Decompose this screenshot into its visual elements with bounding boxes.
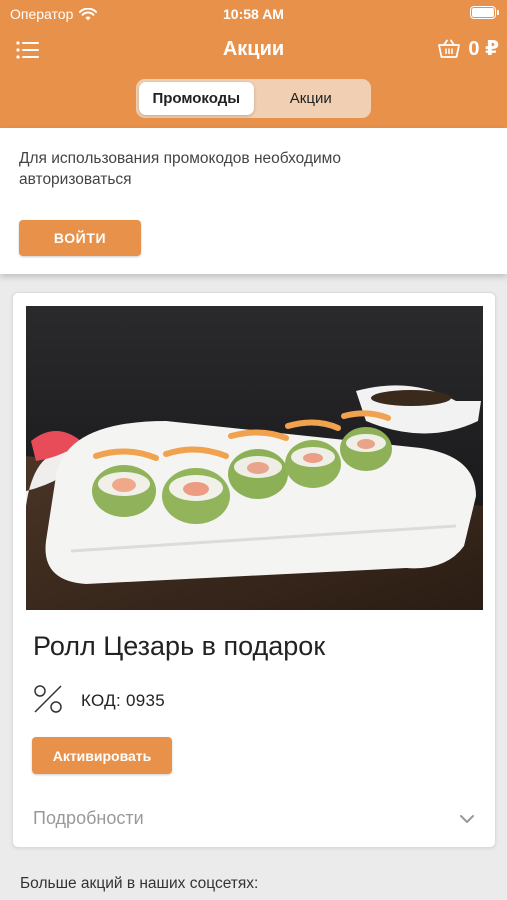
auth-message: Для использования промокодов необходимо … xyxy=(19,150,341,188)
promo-card: Ролл Цезарь в подарок КОД: 0935 Активиро… xyxy=(12,292,496,848)
cart-total: 0 ₽ xyxy=(468,38,499,60)
page-title: Акции xyxy=(222,38,285,60)
status-time: 10:58 AM xyxy=(223,6,284,22)
cart-icon xyxy=(438,39,461,58)
cart-button[interactable]: 0 ₽ xyxy=(438,36,499,61)
promo-code: КОД: 0935 xyxy=(81,691,166,710)
percent-icon xyxy=(34,685,62,713)
auth-panel: Для использования промокодов необходимо … xyxy=(0,128,507,274)
battery-icon xyxy=(470,6,499,19)
details-toggle[interactable]: Подробности xyxy=(33,808,144,829)
segmented-control: Промокоды Акции xyxy=(136,79,371,118)
social-text: Больше акций в наших соцсетях: xyxy=(20,875,259,892)
tab-promocodes[interactable]: Промокоды xyxy=(139,82,254,115)
login-button[interactable]: ВОЙТИ xyxy=(19,220,141,256)
navbar: Акции 0 ₽ xyxy=(0,30,507,70)
header: Оператор 10:58 AM Акции 0 ₽ Промокоды Ак… xyxy=(0,0,507,128)
activate-button[interactable]: Активировать xyxy=(32,737,172,774)
chevron-down-icon[interactable] xyxy=(459,813,475,825)
status-bar: Оператор 10:58 AM xyxy=(0,0,507,28)
promo-title: Ролл Цезарь в подарок xyxy=(33,631,326,661)
promo-image xyxy=(26,306,483,610)
tab-promotions[interactable]: Акции xyxy=(254,82,369,115)
menu-icon[interactable] xyxy=(16,40,40,60)
